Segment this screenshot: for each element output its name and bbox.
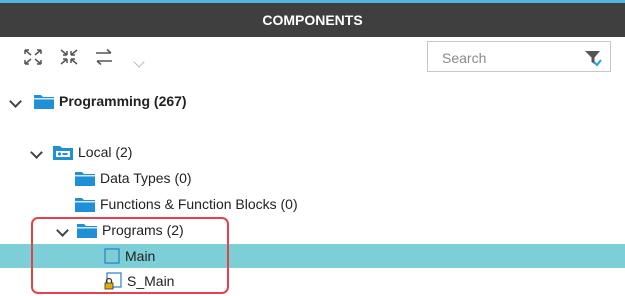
tree-item-local[interactable]: Local (2)	[0, 140, 625, 164]
tree-item-label: Data Types (0)	[100, 170, 192, 186]
filter-icon[interactable]	[584, 49, 602, 72]
folder-icon	[34, 93, 54, 109]
tree-item-label: Functions & Function Blocks (0)	[100, 196, 298, 212]
folder-icon	[75, 196, 95, 212]
locked-program-icon	[104, 272, 122, 290]
tree-item-main[interactable]: Main	[0, 244, 625, 268]
tree-item-s-main[interactable]: S_Main	[0, 269, 625, 293]
folder-icon	[77, 222, 97, 238]
local-folder-icon	[53, 144, 73, 160]
tree-item-label: Local (2)	[78, 144, 133, 160]
chevron-down-icon[interactable]	[9, 93, 22, 109]
toolbar-dropdown-caret[interactable]	[133, 56, 145, 68]
folder-icon	[75, 170, 95, 186]
chevron-down-icon[interactable]	[30, 144, 43, 160]
sync-arrows-icon[interactable]	[93, 48, 115, 66]
expand-all-icon[interactable]	[22, 48, 44, 66]
panel-title: COMPONENTS	[262, 12, 363, 28]
tree-item-label: Programs (2)	[102, 222, 184, 238]
search-input[interactable]	[428, 42, 594, 73]
program-icon	[104, 248, 120, 264]
tree-item-data-types[interactable]: Data Types (0)	[0, 166, 625, 190]
tree-item-label: S_Main	[127, 273, 175, 289]
search-box[interactable]	[427, 41, 611, 73]
chevron-down-icon[interactable]	[56, 222, 69, 238]
tree-item-functions[interactable]: Functions & Function Blocks (0)	[0, 192, 625, 216]
panel-header: COMPONENTS	[0, 0, 625, 37]
tree-root-label: Programming (267)	[59, 93, 187, 109]
tree-item-label: Main	[125, 248, 156, 264]
tree-item-programs[interactable]: Programs (2)	[0, 218, 625, 242]
tree-root-programming[interactable]: Programming (267)	[0, 89, 625, 113]
collapse-all-icon[interactable]	[58, 48, 80, 66]
